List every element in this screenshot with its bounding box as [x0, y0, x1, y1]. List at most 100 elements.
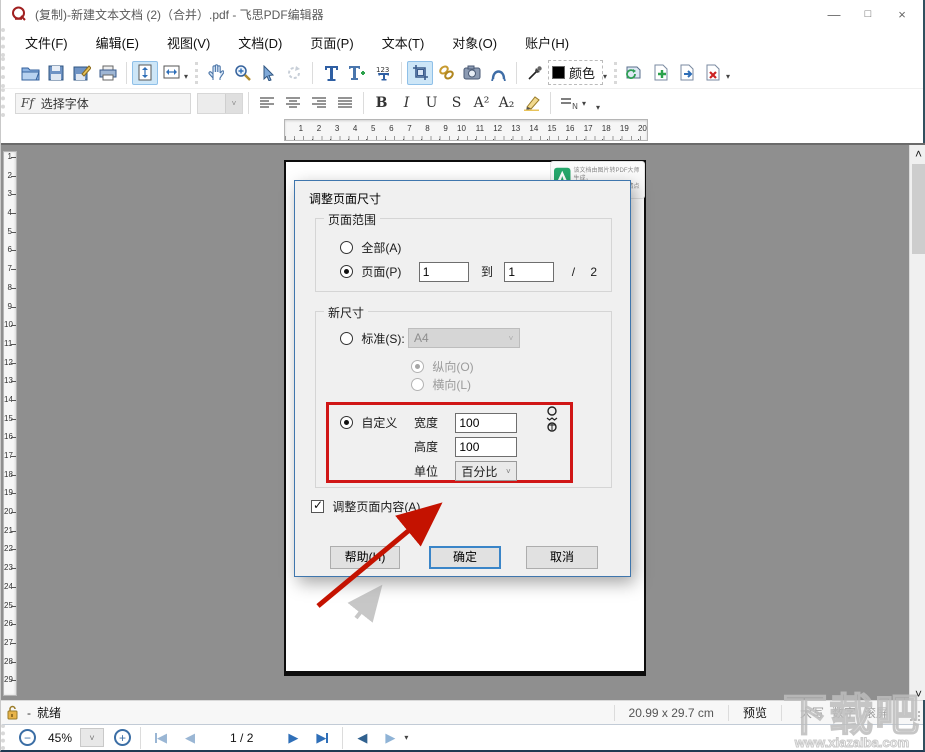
replace-pages-button[interactable] [622, 61, 648, 85]
status-toggle-1[interactable]: 大写 [800, 706, 824, 720]
fit-options-caret[interactable]: ▾ [184, 72, 188, 81]
page-from-input[interactable] [418, 262, 469, 282]
font-size-combo[interactable]: ˅ [197, 92, 243, 114]
maximize-button[interactable]: □ [851, 2, 885, 26]
line-spacing-button[interactable]: N [556, 91, 582, 115]
close-button[interactable]: × [885, 2, 919, 26]
vruler-mark-14: 14 [4, 395, 16, 414]
zoom-select[interactable]: ˅ [80, 728, 105, 747]
vruler-mark-28: 28 [4, 657, 16, 676]
toolbar-overflow-caret[interactable]: ▾ [596, 103, 600, 112]
extract-page-button[interactable] [674, 61, 700, 85]
landscape-radio[interactable] [411, 378, 424, 391]
bold-button[interactable]: B [369, 91, 394, 115]
cancel-button[interactable]: 取消 [526, 546, 598, 569]
standard-size-select[interactable]: A4 ˅ [408, 328, 520, 348]
menu-item-3[interactable]: 视图(V) [157, 29, 220, 56]
highlight-button[interactable] [519, 91, 545, 115]
prev-page-button[interactable]: ◀ [185, 730, 195, 746]
status-toggle-3[interactable]: 滚屏 [864, 706, 888, 720]
minimize-button[interactable]: — [817, 2, 851, 26]
fit-width-button[interactable] [158, 61, 184, 85]
next-view-button[interactable]: ▶ [385, 730, 395, 746]
scroll-up-button[interactable]: ˄ [910, 145, 925, 162]
superscript-button[interactable]: A² [469, 91, 494, 115]
vruler-mark-5: 5 [4, 227, 16, 246]
font-size-caret[interactable]: ˅ [225, 93, 242, 113]
scrollbar-thumb[interactable] [912, 164, 925, 254]
zoom-out-button[interactable]: − [19, 729, 36, 746]
italic-button[interactable]: I [394, 91, 419, 115]
pages-radio[interactable] [340, 265, 353, 278]
underline-button[interactable]: U [419, 91, 444, 115]
portrait-radio[interactable] [411, 360, 424, 373]
status-toggle-2[interactable]: 数字 [832, 706, 856, 720]
font-combo[interactable]: Ff 选择字体 [15, 92, 191, 114]
rotate-button[interactable] [281, 61, 307, 85]
adjust-content-checkbox[interactable] [311, 498, 324, 513]
delete-page-button[interactable] [700, 61, 726, 85]
page-to-input[interactable] [504, 262, 555, 282]
add-text-button[interactable] [344, 61, 370, 85]
scroll-down-button[interactable]: ˅ [910, 685, 925, 701]
align-left-button[interactable] [254, 91, 280, 115]
vruler-mark-8: 8 [4, 283, 16, 302]
last-page-button[interactable]: ▶ [316, 730, 329, 746]
color-caret[interactable]: ▾ [603, 72, 607, 81]
rotate-icon [288, 65, 301, 79]
strikethrough-button[interactable]: S [444, 91, 469, 115]
save-as-button[interactable] [69, 61, 95, 85]
menu-item-6[interactable]: 文本(T) [372, 29, 435, 56]
zoom-tool-button[interactable] [229, 61, 255, 85]
subscript-button[interactable]: A₂ [494, 91, 519, 115]
align-center-button[interactable] [280, 91, 306, 115]
vertical-scrollbar[interactable]: ˄ ˅ [909, 145, 925, 700]
pages-label: 页面(P) [361, 265, 402, 279]
nav-overflow-caret[interactable]: ▾ [404, 733, 408, 742]
previous-view-button[interactable]: ◀ [357, 730, 367, 746]
curve-tool-button[interactable] [485, 61, 511, 85]
hand-tool-button[interactable] [203, 61, 229, 85]
custom-size-radio[interactable] [340, 416, 353, 429]
to-label: 到 [481, 265, 494, 279]
page-extract-icon [680, 64, 694, 81]
menu-item-1[interactable]: 文件(F) [15, 29, 78, 56]
separator [195, 61, 199, 84]
resize-grip[interactable] [910, 710, 920, 721]
hruler-mark-7: 7 [394, 124, 412, 140]
fit-height-button[interactable] [132, 60, 158, 85]
align-right-button[interactable] [306, 91, 332, 115]
page-tools-caret[interactable]: ▾ [726, 72, 730, 81]
line-spacing-caret[interactable]: ▾ [582, 99, 586, 108]
menu-item-5[interactable]: 页面(P) [300, 29, 363, 56]
ok-button[interactable]: 确定 [429, 546, 501, 569]
select-tool-button[interactable] [255, 61, 281, 85]
unit-select[interactable]: 百分比 ˅ [455, 461, 518, 481]
first-page-button[interactable]: ◀ [155, 730, 167, 746]
help-button[interactable]: 帮助(H) [330, 546, 400, 569]
insert-page-button[interactable] [648, 61, 674, 85]
height-input[interactable] [455, 437, 518, 457]
zoom-in-button[interactable]: + [114, 729, 132, 746]
menu-item-4[interactable]: 文档(D) [228, 29, 292, 56]
menu-item-2[interactable]: 编辑(E) [86, 29, 149, 56]
page-add-icon [654, 64, 668, 81]
print-button[interactable] [95, 61, 121, 85]
snapshot-button[interactable] [459, 61, 485, 85]
menu-item-7[interactable]: 对象(O) [442, 29, 507, 56]
eyedropper-button[interactable] [522, 61, 548, 85]
crop-page-button[interactable] [407, 60, 434, 85]
all-pages-radio[interactable] [340, 241, 353, 254]
menu-item-8[interactable]: 账户(H) [515, 29, 579, 56]
link-button[interactable] [433, 61, 459, 85]
color-picker[interactable]: 颜色 [548, 60, 604, 85]
align-justify-button[interactable] [332, 91, 358, 115]
preview-button[interactable]: 预览 [727, 704, 782, 721]
next-page-button[interactable]: ▶ [288, 730, 298, 746]
width-input[interactable] [455, 413, 518, 433]
standard-size-radio[interactable] [340, 332, 353, 345]
text-tool-button[interactable] [318, 61, 344, 85]
text-numbering-button[interactable]: 123 [370, 61, 396, 85]
save-button[interactable] [43, 61, 69, 85]
open-button[interactable] [17, 61, 43, 85]
